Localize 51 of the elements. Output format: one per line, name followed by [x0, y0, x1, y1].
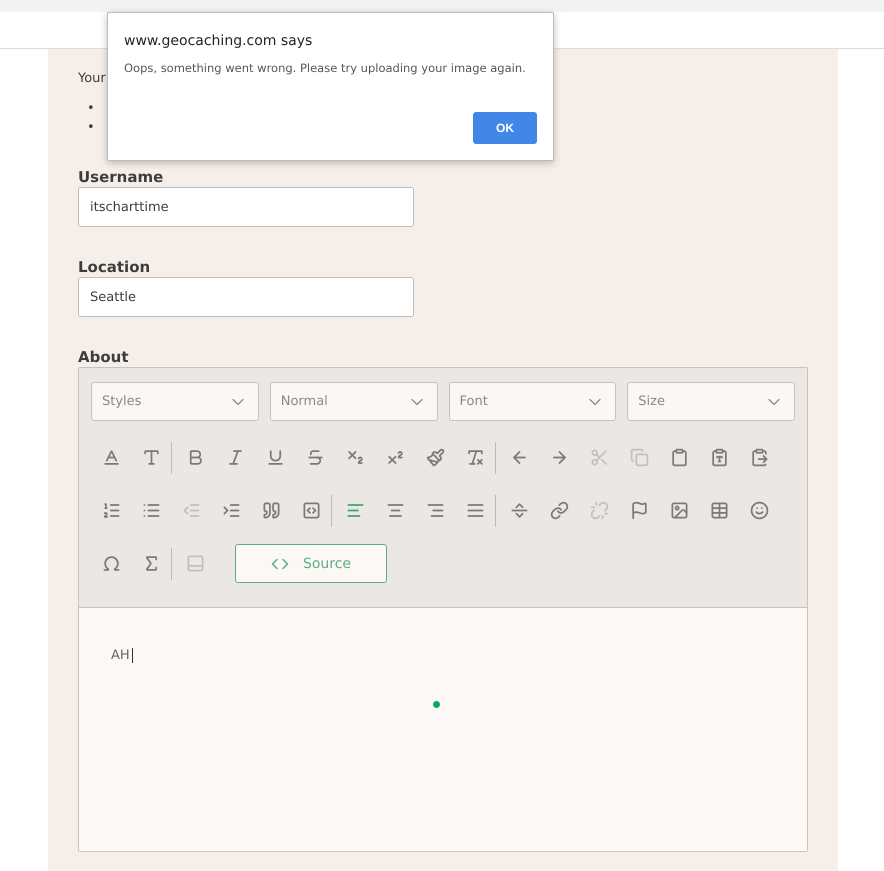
- input-field[interactable]: itscharttime: [78, 187, 414, 227]
- subscript-icon: [346, 448, 364, 467]
- bullet-list-icon: [142, 501, 160, 520]
- quote-icon: [262, 501, 280, 520]
- dialog-title: www.geocaching.com says: [124, 33, 314, 49]
- align-center-icon: [386, 501, 404, 520]
- input-field[interactable]: Seattle: [78, 277, 414, 317]
- dropdown[interactable]: Normal: [270, 382, 438, 421]
- dropdown[interactable]: Size: [627, 382, 795, 421]
- remove-format-icon: [466, 448, 484, 467]
- intro-text: Your: [78, 71, 106, 87]
- bullet-marker: •: [87, 100, 95, 118]
- clipboard-text-icon: [710, 448, 728, 467]
- dropdown[interactable]: Styles: [91, 382, 259, 421]
- editor-text: AH: [111, 648, 133, 663]
- smiley-icon: [750, 501, 768, 520]
- bullet-marker: •: [87, 119, 95, 137]
- flag-icon: [630, 501, 648, 520]
- numbered-list-icon: [102, 501, 120, 520]
- ok-button[interactable]: OK: [473, 112, 537, 144]
- unlink-icon: [590, 501, 608, 520]
- superscript-icon: [386, 448, 404, 467]
- omega-icon: [102, 554, 120, 573]
- table-icon: [710, 501, 728, 520]
- indent-icon: [222, 501, 240, 520]
- clipboard-paste-icon: [750, 448, 768, 467]
- field-label: About: [78, 347, 130, 367]
- scissors-icon: [590, 448, 608, 467]
- field-label: Location: [78, 257, 152, 277]
- dropdown[interactable]: Font: [448, 382, 616, 421]
- underline-icon: [266, 448, 284, 467]
- image-icon: [670, 501, 688, 520]
- clipboard-icon: [670, 448, 688, 467]
- text-color-icon: [102, 448, 120, 467]
- background-color-icon: [142, 448, 160, 467]
- align-right-icon: [426, 501, 444, 520]
- align-left-icon: [346, 501, 364, 520]
- field-label: Username: [78, 167, 164, 187]
- page-icon: [186, 554, 204, 573]
- loading-dot: [433, 701, 440, 708]
- copy-icon: [630, 448, 648, 467]
- editor-body[interactable]: AH: [79, 608, 807, 851]
- dialog-message: Oops, something went wrong. Please try uploading your image again.: [124, 61, 527, 75]
- code-block-icon: [302, 501, 320, 520]
- align-justify-icon: [466, 501, 484, 520]
- strikethrough-icon: [306, 448, 324, 467]
- horizontal-rule-icon: [510, 501, 528, 520]
- outdent-icon: [182, 501, 200, 520]
- brush-icon: [426, 448, 444, 467]
- source-button[interactable]: Source: [235, 544, 387, 583]
- link-icon: [550, 501, 568, 520]
